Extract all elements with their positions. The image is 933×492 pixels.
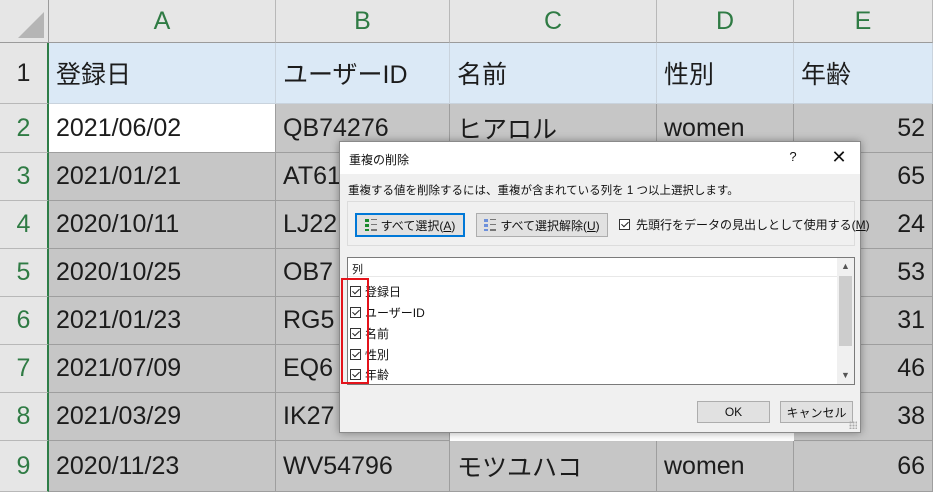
dialog-title: 重複の削除 — [349, 153, 410, 167]
columns-listbox[interactable]: 列 登録日 ユーザーID 名前 性別 年齢 ▲ ▼ — [347, 257, 855, 385]
row-header-5[interactable]: 5 — [0, 249, 49, 297]
deselect-all-label: すべて選択解除(U) — [500, 218, 600, 233]
select-all-corner[interactable] — [0, 0, 49, 43]
row-header-3[interactable]: 3 — [0, 153, 49, 201]
data-cell[interactable]: 66 — [794, 441, 933, 492]
help-button[interactable]: ? — [783, 147, 803, 167]
row-header-8[interactable]: 8 — [0, 393, 49, 441]
columns-list-header: 列 — [352, 264, 363, 276]
ok-button[interactable]: OK — [697, 401, 770, 423]
scroll-thumb[interactable] — [839, 276, 852, 346]
data-cell[interactable]: 2021/01/23 — [49, 297, 276, 345]
list-header-divider — [348, 276, 838, 277]
data-cell[interactable]: 2020/10/11 — [49, 201, 276, 249]
column-header-e[interactable]: E — [794, 0, 933, 43]
header-cell[interactable]: 名前 — [450, 43, 657, 104]
row-header-9[interactable]: 9 — [0, 441, 49, 492]
header-row-checkbox[interactable]: 先頭行をデータの見出しとして使用する(M) — [619, 216, 870, 233]
column-header-c[interactable]: C — [450, 0, 657, 43]
active-cell[interactable]: 2021/06/02 — [49, 104, 276, 153]
data-cell[interactable]: モツユハコ — [450, 441, 657, 492]
remove-duplicates-dialog: 重複の削除 ? ✕ 重複する値を削除するには、重複が含まれている列を 1 つ以上… — [339, 141, 870, 433]
row-header-6[interactable]: 6 — [0, 297, 49, 345]
scroll-up-icon[interactable]: ▲ — [837, 258, 854, 275]
data-cell[interactable]: 2021/03/29 — [49, 393, 276, 441]
select-all-icon — [364, 218, 377, 232]
deselect-all-icon — [484, 218, 497, 232]
column-header-a[interactable]: A — [49, 0, 276, 43]
checkbox-checked-icon[interactable] — [619, 219, 630, 230]
checkbox-highlight-box — [341, 278, 369, 384]
row-header-7[interactable]: 7 — [0, 345, 49, 393]
header-cell[interactable]: 登録日 — [49, 43, 276, 104]
header-row-checkbox-label: 先頭行をデータの見出しとして使用する(M) — [636, 218, 870, 232]
data-cell[interactable]: WV54796 — [276, 441, 450, 492]
row-header-1[interactable]: 1 — [0, 43, 49, 104]
data-cell[interactable]: 2020/11/23 — [49, 441, 276, 492]
data-cell[interactable]: 2020/10/25 — [49, 249, 276, 297]
column-item-label: 登録日 — [365, 285, 402, 299]
header-cell[interactable]: 性別 — [657, 43, 794, 104]
scroll-down-icon[interactable]: ▼ — [837, 367, 854, 384]
row-header-4[interactable]: 4 — [0, 201, 49, 249]
dialog-titlebar[interactable]: 重複の削除 ? ✕ — [340, 142, 860, 174]
close-button[interactable]: ✕ — [827, 146, 851, 168]
data-cell[interactable]: women — [657, 441, 794, 492]
select-all-button[interactable]: すべて選択(A) — [355, 213, 465, 237]
cancel-button[interactable]: キャンセル — [780, 401, 853, 423]
column-header-d[interactable]: D — [657, 0, 794, 43]
header-cell[interactable]: 年齢 — [794, 43, 933, 104]
data-cell[interactable]: 2021/07/09 — [49, 345, 276, 393]
list-scrollbar[interactable]: ▲ ▼ — [837, 258, 854, 384]
data-cell[interactable]: 2021/01/21 — [49, 153, 276, 201]
row-header-2[interactable]: 2 — [0, 104, 49, 153]
deselect-all-button[interactable]: すべて選択解除(U) — [476, 213, 608, 237]
instruction-text: 重複する値を削除するには、重複が含まれている列を 1 つ以上選択します。 — [348, 185, 739, 197]
column-item-label: ユーザーID — [365, 306, 425, 320]
select-all-triangle-icon — [18, 12, 44, 38]
header-cell[interactable]: ユーザーID — [276, 43, 450, 104]
select-all-label: すべて選択(A) — [380, 218, 456, 233]
column-header-b[interactable]: B — [276, 0, 450, 43]
resize-grip-icon[interactable] — [849, 421, 857, 429]
